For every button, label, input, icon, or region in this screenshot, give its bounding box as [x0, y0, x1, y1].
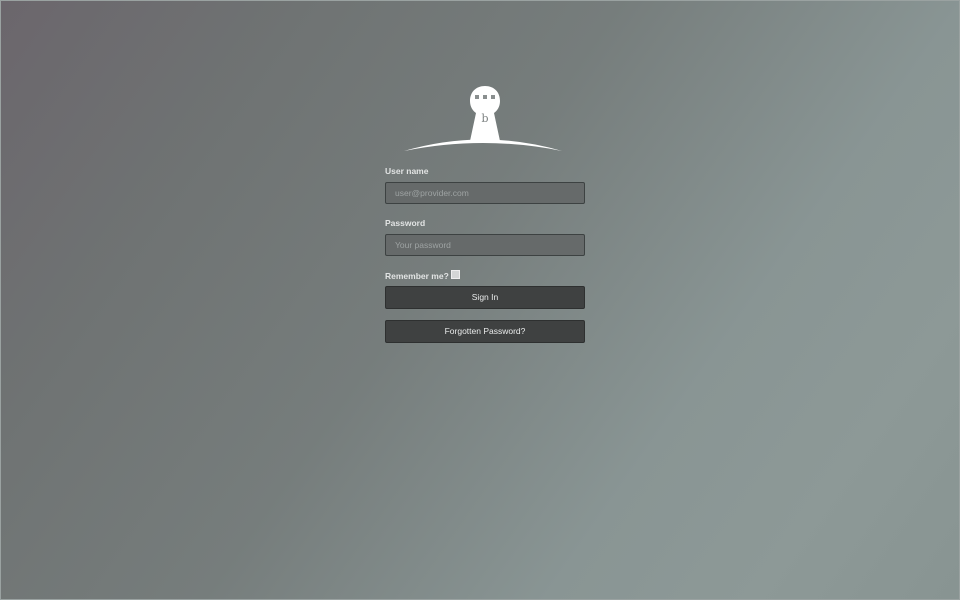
- remember-me-row: Remember me?: [385, 270, 585, 282]
- remember-me-label: Remember me?: [385, 271, 449, 281]
- sign-in-button[interactable]: Sign In: [385, 286, 585, 309]
- username-input[interactable]: [385, 182, 585, 204]
- logo-letter: b: [481, 112, 488, 125]
- remember-me-checkbox[interactable]: [450, 270, 460, 279]
- login-form: User name Password Remember me? Sign In …: [385, 164, 585, 343]
- password-label: Password: [385, 218, 426, 228]
- password-input[interactable]: [385, 234, 585, 256]
- forgotten-password-button[interactable]: Forgotten Password?: [385, 320, 585, 343]
- username-label: User name: [385, 166, 429, 176]
- lighthouse-tower-icon: b: [404, 86, 562, 151]
